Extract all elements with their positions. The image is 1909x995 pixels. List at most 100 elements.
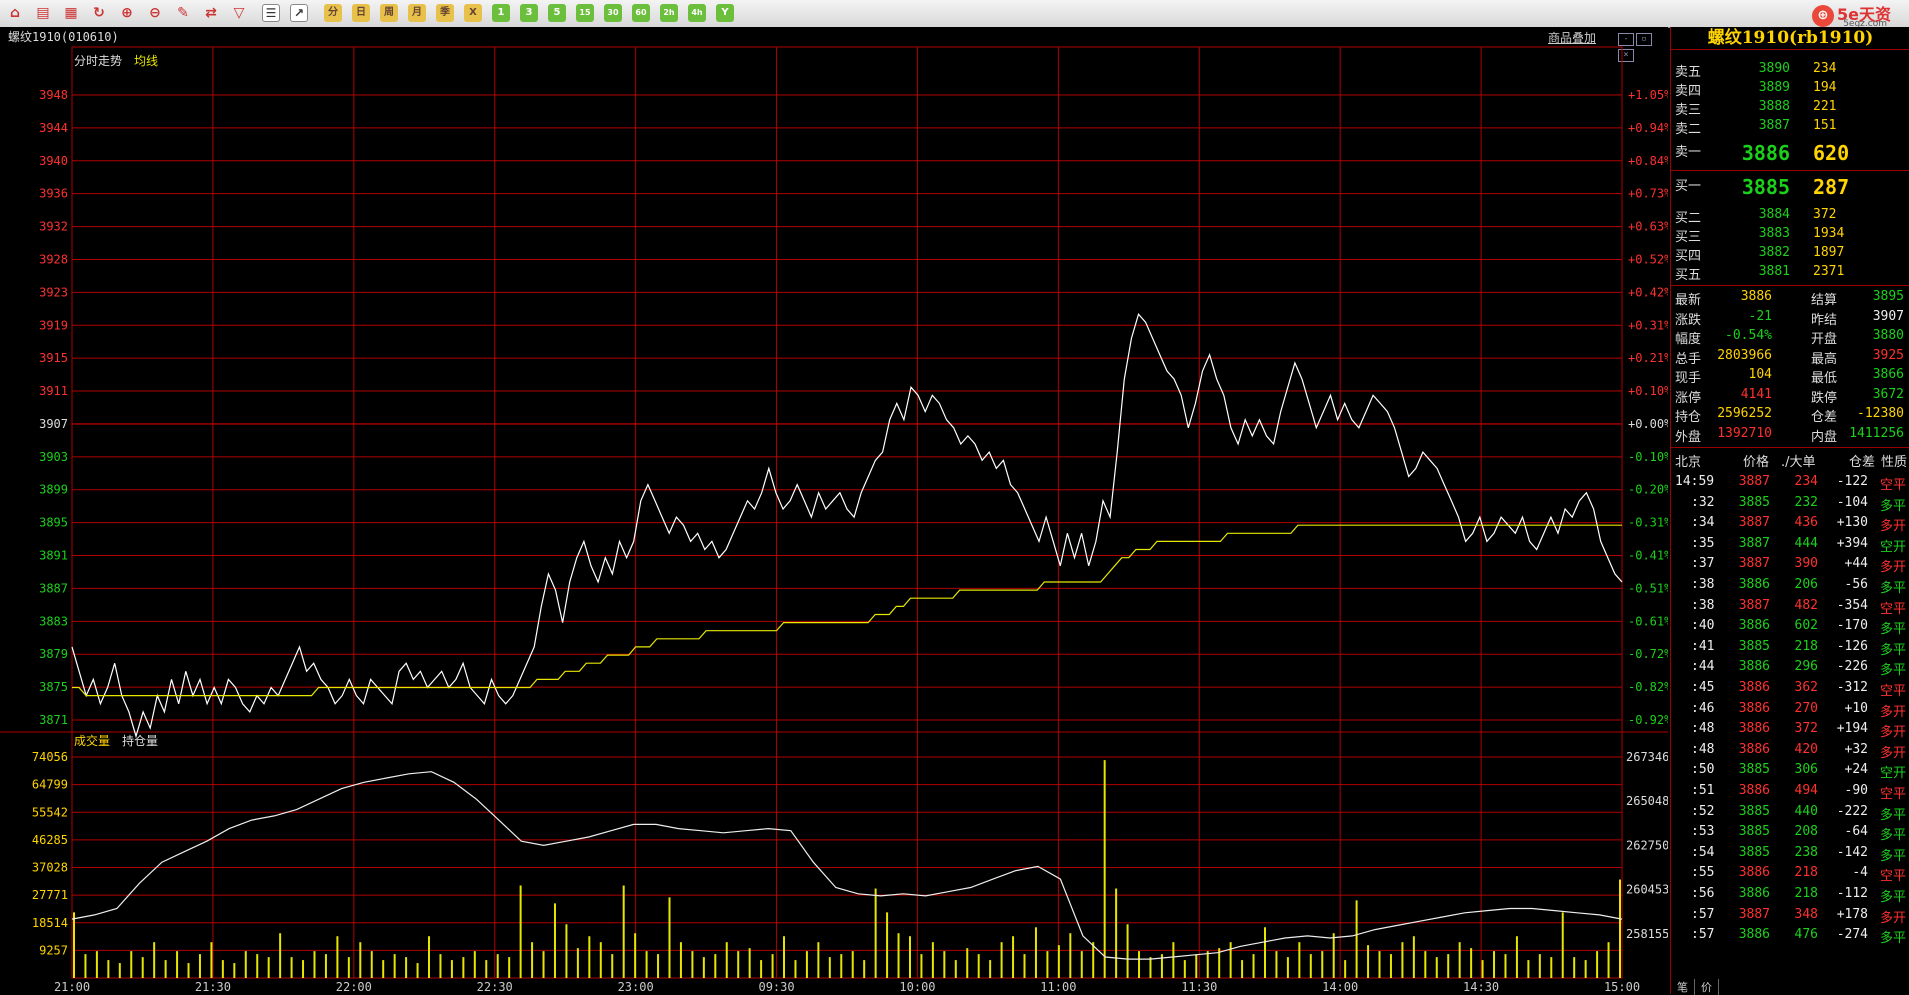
bid-row[interactable]: 买二 3884 372 bbox=[1671, 207, 1909, 227]
tick-row[interactable]: :34 3887 436 +130 多开 bbox=[1671, 515, 1909, 535]
tick-row[interactable]: :50 3885 306 +24 空开 bbox=[1671, 762, 1909, 782]
tick-row[interactable]: :55 3886 218 -4 空平 bbox=[1671, 865, 1909, 885]
tick-oi-diff: +194 bbox=[1836, 721, 1868, 737]
tick-row[interactable]: :46 3886 270 +10 多开 bbox=[1671, 701, 1909, 721]
tick-nature: 多平 bbox=[1879, 581, 1906, 596]
tick-row[interactable]: :44 3886 296 -226 多平 bbox=[1671, 659, 1909, 679]
home-icon[interactable]: ⌂ bbox=[6, 4, 24, 22]
tick-oi-diff: +178 bbox=[1836, 906, 1868, 922]
bid-label: 买三 bbox=[1675, 230, 1702, 245]
period-button-11[interactable]: 60 bbox=[632, 4, 650, 22]
ask-label: 卖四 bbox=[1675, 84, 1702, 99]
stat-label: 外盘 bbox=[1675, 429, 1702, 445]
zoom-in-icon[interactable]: ⊕ bbox=[118, 4, 136, 22]
chart-canvas[interactable]: 3948 +1.05% 3944 +0.94% 3940 +0.84% 3936 +0.73%… bbox=[0, 27, 1668, 994]
intraday-chart[interactable]: 螺纹1910(010610) 商品叠加 - ▫× 3948 +1.05% 3944 +0… bbox=[0, 27, 1668, 994]
oi-tick-label: 2673464 bbox=[1626, 750, 1668, 764]
zoom-out-icon[interactable]: ⊖ bbox=[146, 4, 164, 22]
mirror-icon[interactable]: ⇄ bbox=[202, 4, 220, 22]
price-tick-label: 3936 bbox=[39, 187, 68, 201]
folder-icon[interactable]: ▤ bbox=[34, 4, 52, 22]
bid-row[interactable]: 买五 3881 2371 bbox=[1671, 264, 1909, 284]
stat-row[interactable]: 涨停 4141 跌停 3672 bbox=[1671, 387, 1909, 407]
ask-row[interactable]: 卖三 3888 221 bbox=[1671, 99, 1909, 119]
tick-row[interactable]: :48 3886 420 +32 多开 bbox=[1671, 742, 1909, 762]
tick-row[interactable]: :54 3885 238 -142 多平 bbox=[1671, 845, 1909, 865]
ask-row[interactable]: 卖二 3887 151 bbox=[1671, 118, 1909, 138]
tick-volume: 602 bbox=[1794, 618, 1818, 634]
pct-tick-label: +1.05% bbox=[1628, 88, 1668, 102]
tick-row[interactable]: :53 3885 208 -64 多平 bbox=[1671, 824, 1909, 844]
list-icon[interactable]: ☰ bbox=[262, 4, 280, 22]
tick-row[interactable]: :57 3887 348 +178 多开 bbox=[1671, 907, 1909, 927]
tick-row[interactable]: :32 3885 232 -104 多平 bbox=[1671, 495, 1909, 515]
period-button-10[interactable]: 30 bbox=[604, 4, 622, 22]
period-button-3[interactable]: 月 bbox=[408, 4, 426, 22]
stat-row[interactable]: 涨跌 -21 昨结 3907 bbox=[1671, 309, 1909, 329]
stat-row[interactable]: 外盘 1392710 内盘 1411256 bbox=[1671, 426, 1909, 446]
tick-row[interactable]: :41 3885 218 -126 多平 bbox=[1671, 639, 1909, 659]
bid1-row[interactable]: 买一 3885 287 bbox=[1671, 175, 1909, 201]
tick-time: :57 bbox=[1691, 927, 1715, 943]
tick-row[interactable]: :52 3885 440 -222 多平 bbox=[1671, 804, 1909, 824]
tick-time: :41 bbox=[1691, 638, 1715, 654]
pct-tick-label: -0.10% bbox=[1628, 450, 1668, 464]
price-tick-label: 3907 bbox=[39, 417, 68, 431]
time-tick-label: 22:30 bbox=[477, 980, 513, 994]
tick-price: 3885 bbox=[1738, 803, 1770, 819]
ask-price: 3887 bbox=[1758, 118, 1790, 133]
filter-icon[interactable]: ▽ bbox=[230, 4, 248, 22]
tick-row[interactable]: :35 3887 444 +394 空开 bbox=[1671, 536, 1909, 556]
period-button-5[interactable]: X bbox=[464, 4, 482, 22]
refresh-icon[interactable]: ↻ bbox=[90, 4, 108, 22]
period-button-14[interactable]: Y bbox=[716, 4, 734, 22]
price-tick-label: 3879 bbox=[39, 647, 68, 661]
tick-nature: 空平 bbox=[1879, 869, 1906, 885]
ticks-header[interactable]: 北京 价格 ./大单 仓差 性质 bbox=[1671, 451, 1909, 471]
period-button-0[interactable]: 分 bbox=[324, 4, 342, 22]
trend-icon[interactable]: ↗ bbox=[290, 4, 308, 22]
tick-row[interactable]: :51 3886 494 -90 空平 bbox=[1671, 783, 1909, 803]
tick-row[interactable]: :45 3886 362 -312 空平 bbox=[1671, 680, 1909, 700]
tick-row[interactable]: :56 3886 218 -112 多平 bbox=[1671, 886, 1909, 906]
period-button-13[interactable]: 4h bbox=[688, 4, 706, 22]
tab-1[interactable]: 价 bbox=[1695, 979, 1719, 995]
bid-row[interactable]: 买三 3883 1934 bbox=[1671, 226, 1909, 246]
period-button-2[interactable]: 周 bbox=[380, 4, 398, 22]
tick-row[interactable]: :38 3886 206 -56 多平 bbox=[1671, 577, 1909, 597]
period-button-6[interactable]: 1 bbox=[492, 4, 510, 22]
ask-volume: 221 bbox=[1813, 99, 1837, 114]
tab-0[interactable]: 笔 bbox=[1671, 979, 1695, 995]
tick-row[interactable]: :48 3886 372 +194 多开 bbox=[1671, 721, 1909, 741]
tick-time: :54 bbox=[1691, 844, 1715, 860]
bid-row[interactable]: 买四 3882 1897 bbox=[1671, 245, 1909, 265]
chart-icon[interactable]: ▦ bbox=[62, 4, 80, 22]
period-button-7[interactable]: 3 bbox=[520, 4, 538, 22]
period-button-9[interactable]: 15 bbox=[576, 4, 594, 22]
stat-row[interactable]: 幅度 -0.54% 开盘 3880 bbox=[1671, 328, 1909, 348]
period-button-4[interactable]: 季 bbox=[436, 4, 454, 22]
tick-row[interactable]: 14:59 3887 234 -122 空平 bbox=[1671, 474, 1909, 494]
period-button-1[interactable]: 日 bbox=[352, 4, 370, 22]
ask1-row[interactable]: 卖一 3886 620 bbox=[1671, 141, 1909, 167]
stat-row[interactable]: 现手 104 最低 3866 bbox=[1671, 367, 1909, 387]
stat-row[interactable]: 持仓 2596252 仓差 -12380 bbox=[1671, 406, 1909, 426]
stat-value-2: 1411256 bbox=[1849, 425, 1904, 441]
stat-row[interactable]: 总手 2803966 最高 3925 bbox=[1671, 348, 1909, 368]
ask-row[interactable]: 卖四 3889 194 bbox=[1671, 80, 1909, 100]
oi-tick-label: 2581552 bbox=[1626, 927, 1668, 941]
pen-icon[interactable]: ✎ bbox=[174, 4, 192, 22]
period-button-12[interactable]: 2h bbox=[660, 4, 678, 22]
pct-tick-label: -0.31% bbox=[1628, 516, 1668, 530]
bid-price: 3882 bbox=[1758, 245, 1790, 260]
tick-row[interactable]: :38 3887 482 -354 空平 bbox=[1671, 598, 1909, 618]
ask-row[interactable]: 卖五 3890 234 bbox=[1671, 61, 1909, 81]
stat-row[interactable]: 最新 3886 结算 3895 bbox=[1671, 289, 1909, 309]
tick-row[interactable]: :40 3886 602 -170 多平 bbox=[1671, 618, 1909, 638]
tick-row[interactable]: :57 3886 476 -274 多平 bbox=[1671, 927, 1909, 947]
tick-volume: 208 bbox=[1794, 824, 1818, 840]
tick-nature: 多平 bbox=[1879, 848, 1906, 864]
period-button-8[interactable]: 5 bbox=[548, 4, 566, 22]
tick-time: :48 bbox=[1691, 741, 1715, 757]
tick-row[interactable]: :37 3887 390 +44 多开 bbox=[1671, 556, 1909, 576]
